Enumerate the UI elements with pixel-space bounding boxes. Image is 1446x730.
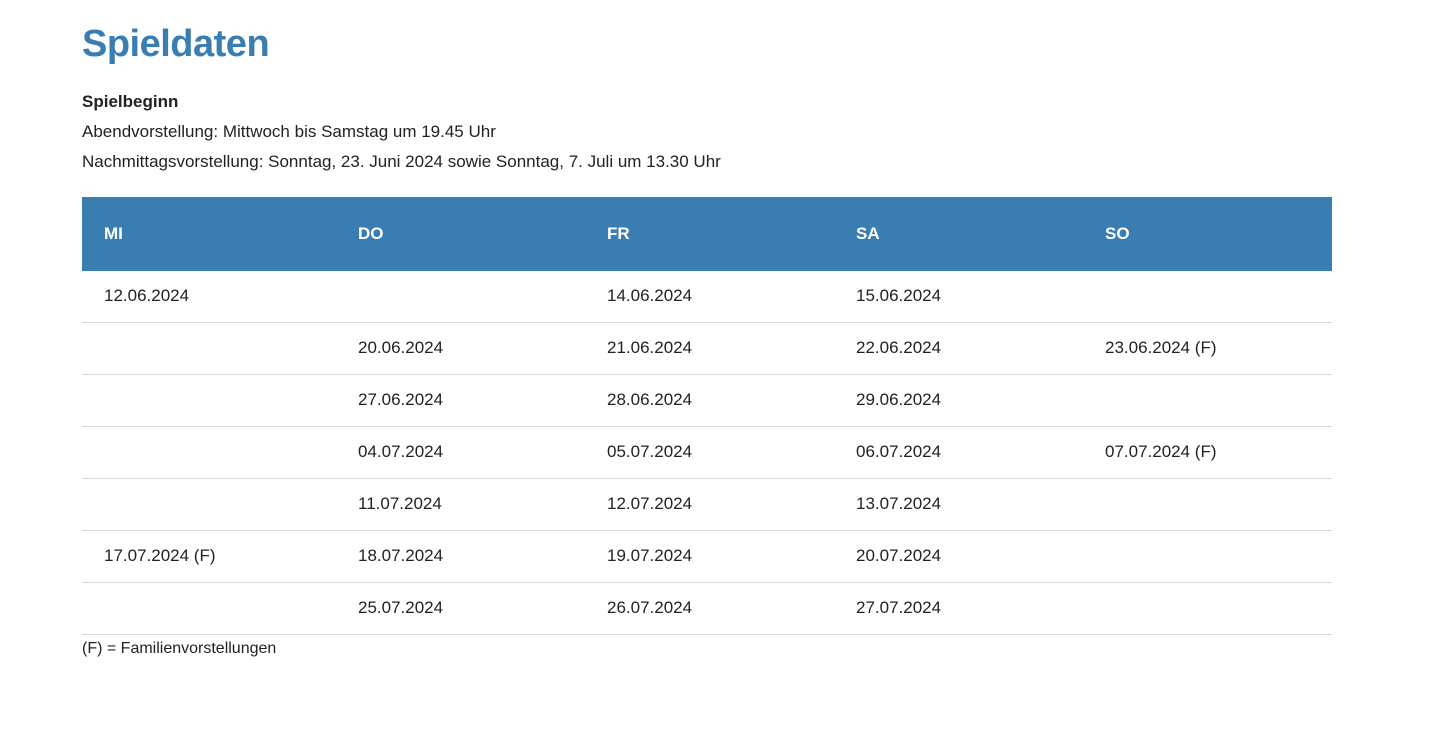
table-cell: 27.07.2024 <box>834 582 1083 635</box>
table-cell: 15.06.2024 <box>834 271 1083 323</box>
schedule-table: MI DO FR SA SO 12.06.2024 14.06.2024 15.… <box>82 197 1332 635</box>
header-so: SO <box>1083 197 1332 271</box>
header-do: DO <box>336 197 585 271</box>
table-cell <box>82 426 336 479</box>
table-cell <box>1083 271 1332 323</box>
table-row: 27.06.2024 28.06.2024 29.06.2024 <box>82 374 1332 427</box>
table-cell <box>1083 530 1332 583</box>
table-cell: 20.06.2024 <box>336 322 585 375</box>
table-cell: 12.06.2024 <box>82 271 336 323</box>
table-cell: 11.07.2024 <box>336 478 585 531</box>
info-evening-performance: Abendvorstellung: Mittwoch bis Samstag u… <box>82 122 496 141</box>
main-content: Spieldaten Spielbeginn Abendvorstellung:… <box>82 0 1332 659</box>
table-row: 11.07.2024 12.07.2024 13.07.2024 <box>82 478 1332 531</box>
table-cell: 22.06.2024 <box>834 322 1083 375</box>
section-subheading: Spielbeginn <box>82 92 179 111</box>
table-cell <box>1083 582 1332 635</box>
table-cell: 17.07.2024 (F) <box>82 530 336 583</box>
table-cell: 26.07.2024 <box>585 582 834 635</box>
legend-note: (F) = Familienvorstellungen <box>82 639 277 657</box>
table-cell: 04.07.2024 <box>336 426 585 479</box>
table-cell: 27.06.2024 <box>336 374 585 427</box>
table-cell: 18.07.2024 <box>336 530 585 583</box>
table-cell: 20.07.2024 <box>834 530 1083 583</box>
table-cell: 28.06.2024 <box>585 374 834 427</box>
table-cell <box>1083 478 1332 531</box>
table-cell: 07.07.2024 (F) <box>1083 426 1332 479</box>
table-cell <box>82 374 336 427</box>
table-cell: 25.07.2024 <box>336 582 585 635</box>
table-cell: 06.07.2024 <box>834 426 1083 479</box>
table-cell: 29.06.2024 <box>834 374 1083 427</box>
table-cell <box>82 582 336 635</box>
table-cell: 13.07.2024 <box>834 478 1083 531</box>
table-cell <box>82 322 336 375</box>
table-row: 12.06.2024 14.06.2024 15.06.2024 <box>82 271 1332 323</box>
table-cell: 14.06.2024 <box>585 271 834 323</box>
table-cell <box>82 478 336 531</box>
table-header-row: MI DO FR SA SO <box>82 197 1332 271</box>
table-cell <box>336 271 585 323</box>
header-fr: FR <box>585 197 834 271</box>
info-afternoon-performance: Nachmittagsvorstellung: Sonntag, 23. Jun… <box>82 152 721 171</box>
header-sa: SA <box>834 197 1083 271</box>
table-row: 20.06.2024 21.06.2024 22.06.2024 23.06.2… <box>82 322 1332 375</box>
table-row: 25.07.2024 26.07.2024 27.07.2024 <box>82 582 1332 635</box>
table-cell <box>1083 374 1332 427</box>
table-cell: 19.07.2024 <box>585 530 834 583</box>
table-cell: 05.07.2024 <box>585 426 834 479</box>
table-cell: 21.06.2024 <box>585 322 834 375</box>
table-row: 04.07.2024 05.07.2024 06.07.2024 07.07.2… <box>82 426 1332 479</box>
header-mi: MI <box>82 197 336 271</box>
table-cell: 12.07.2024 <box>585 478 834 531</box>
table-cell: 23.06.2024 (F) <box>1083 322 1332 375</box>
page-title: Spieldaten <box>82 23 270 65</box>
table-row: 17.07.2024 (F) 18.07.2024 19.07.2024 20.… <box>82 530 1332 583</box>
